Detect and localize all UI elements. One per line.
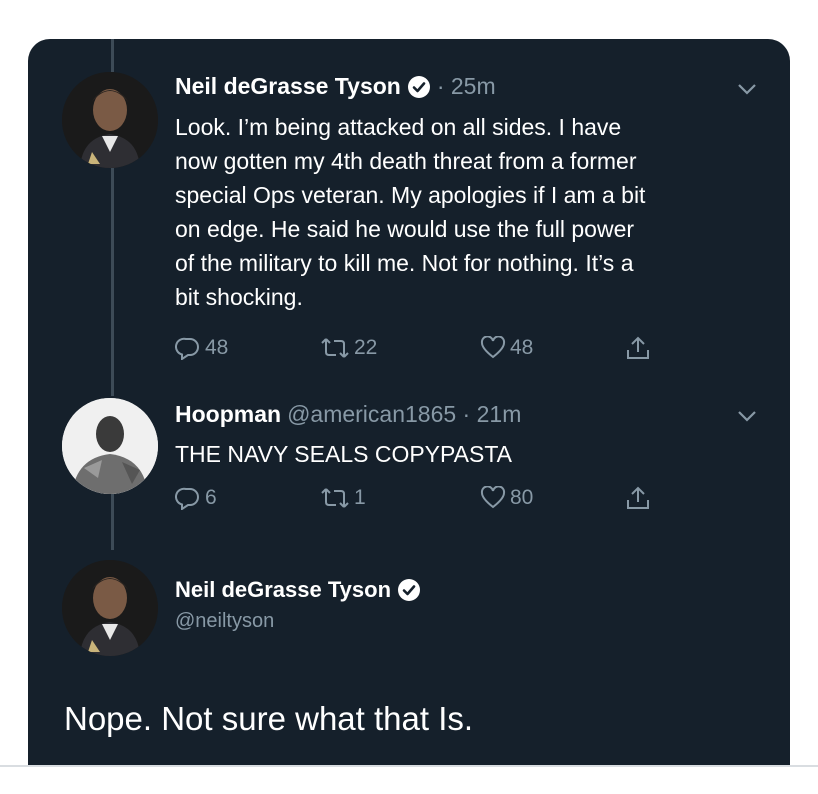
retweet-button[interactable]: 1 <box>320 486 480 510</box>
retweet-count: 22 <box>354 336 378 359</box>
thread-line-bottom <box>111 492 114 550</box>
avatar-neil-1[interactable] <box>62 72 158 168</box>
share-icon <box>627 486 649 509</box>
tweet2-handle-time: @american1865 · 21m <box>287 401 522 427</box>
avatar-hoopman[interactable] <box>62 398 158 494</box>
main-tweet-author[interactable]: Neil deGrasse Tyson <box>175 577 421 603</box>
like-count: 48 <box>510 336 534 359</box>
avatar-image <box>62 72 158 168</box>
chevron-down-icon[interactable] <box>736 409 758 423</box>
reply-icon <box>175 337 199 360</box>
tweet2-author-name: Hoopman <box>175 401 282 427</box>
thread-line-top <box>111 39 114 72</box>
thread-line-middle <box>111 168 114 396</box>
reply-count: 6 <box>205 486 217 509</box>
retweet-icon <box>321 488 349 508</box>
tweet1-time: · 25m <box>436 73 496 99</box>
reply-button[interactable]: 6 <box>175 486 320 510</box>
like-button[interactable]: 48 <box>480 336 625 360</box>
reply-button[interactable]: 48 <box>175 336 320 360</box>
like-count: 80 <box>510 486 534 509</box>
bottom-divider <box>0 765 818 767</box>
reply-count: 48 <box>205 336 229 359</box>
retweet-count: 1 <box>354 486 366 509</box>
tweet1-actions: 48 22 48 <box>175 336 655 360</box>
verified-badge-icon <box>407 75 430 98</box>
share-button[interactable] <box>625 336 655 360</box>
avatar-neil-2[interactable] <box>62 560 158 656</box>
tweet1-author-name: Neil deGrasse Tyson <box>175 73 401 99</box>
tweet2-author[interactable]: Hoopman @american1865 · 21m <box>175 401 521 428</box>
avatar-image <box>62 560 158 656</box>
like-icon <box>480 336 506 359</box>
tweet2-text: THE NAVY SEALS COPYPASTA <box>175 441 513 467</box>
chevron-down-icon[interactable] <box>736 82 758 96</box>
retweet-button[interactable]: 22 <box>320 336 480 360</box>
main-tweet-handle[interactable]: @neiltyson <box>175 610 274 633</box>
share-icon <box>627 336 649 359</box>
verified-badge-icon <box>398 579 421 601</box>
main-tweet-text: Nope. Not sure what that Is. <box>64 700 474 737</box>
tweet2-actions: 6 1 80 <box>175 486 655 510</box>
tweet1-text: Look. I’m being attacked on all sides. I… <box>175 114 646 310</box>
tweet1-author[interactable]: Neil deGrasse Tyson · 25m <box>175 73 496 100</box>
share-button[interactable] <box>625 486 655 510</box>
retweet-icon <box>321 338 349 358</box>
avatar-image <box>62 398 158 494</box>
like-button[interactable]: 80 <box>480 486 625 510</box>
reply-icon <box>175 487 199 510</box>
like-icon <box>480 486 506 509</box>
main-tweet-author-name: Neil deGrasse Tyson <box>175 577 392 602</box>
